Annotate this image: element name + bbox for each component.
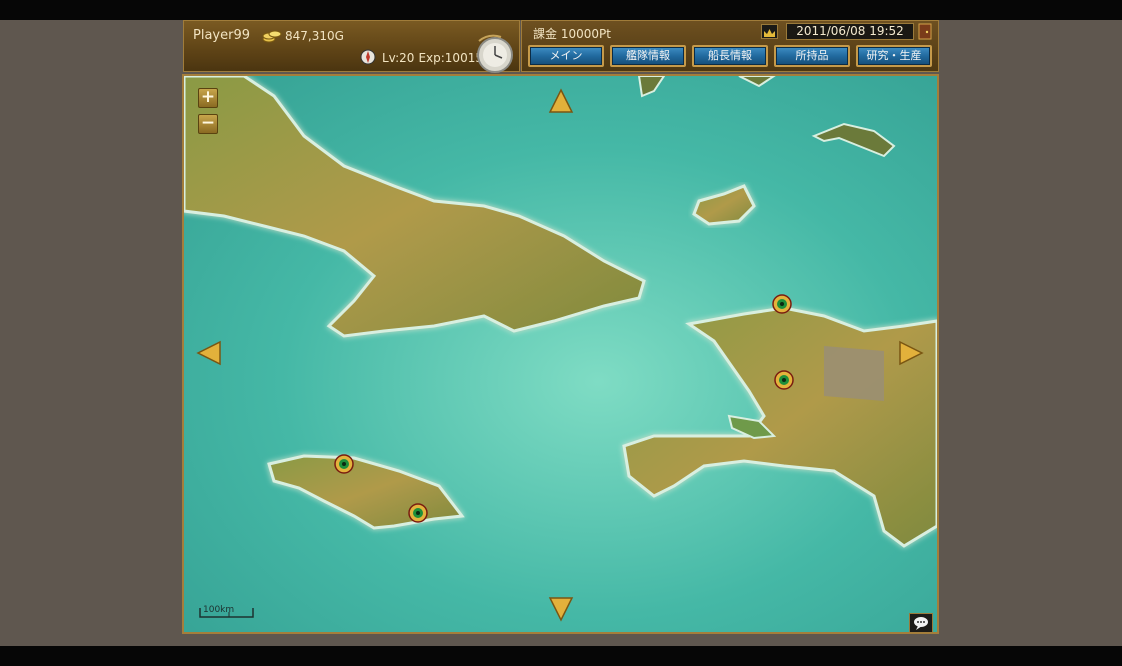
player-status-panel: Player99 847,310G Lv:20 Exp:10015 xyxy=(183,20,520,73)
arrow-up-icon[interactable] xyxy=(548,88,574,114)
menu-captain-button[interactable]: 船長情報 xyxy=(692,45,768,67)
compass-icon xyxy=(360,49,376,65)
zoom-out-button[interactable]: − xyxy=(198,114,218,134)
crown-button[interactable] xyxy=(761,24,778,39)
door-icon[interactable] xyxy=(918,23,932,40)
chat-icon xyxy=(914,617,928,630)
mountain-range xyxy=(824,346,884,401)
top-letterbox xyxy=(0,0,1122,20)
pocketwatch-icon xyxy=(477,34,513,73)
account-panel: 課金 10000Pt 2011/06/08 19:52 メイン 艦隊情報 船長情… xyxy=(521,20,939,72)
menu-fleet-button[interactable]: 艦隊情報 xyxy=(610,45,686,67)
port-icon[interactable] xyxy=(772,294,792,314)
port-icon[interactable] xyxy=(334,454,354,474)
menu-research-button[interactable]: 研究・生産 xyxy=(856,45,932,67)
zoom-in-button[interactable]: + xyxy=(198,88,218,108)
world-map[interactable]: + − 100km xyxy=(182,74,939,634)
crown-icon xyxy=(764,29,775,37)
premium-points: 課金 10000Pt xyxy=(533,27,611,41)
arrow-down-icon[interactable] xyxy=(548,596,574,622)
map-terrain xyxy=(184,76,937,632)
menu-main-button[interactable]: メイン xyxy=(528,45,604,67)
menu-items-button[interactable]: 所持品 xyxy=(774,45,850,67)
coin-icon xyxy=(262,30,282,43)
server-datetime: 2011/06/08 19:52 xyxy=(786,23,914,40)
port-icon[interactable] xyxy=(774,370,794,390)
gold-amount: 847,310G xyxy=(285,29,344,43)
bottom-letterbox xyxy=(0,646,1122,666)
level-text: Lv:20 xyxy=(382,51,415,65)
scale-label: 100km xyxy=(203,605,235,615)
arrow-right-icon[interactable] xyxy=(898,340,924,366)
arrow-left-icon[interactable] xyxy=(196,340,222,366)
player-name: Player99 xyxy=(193,28,250,43)
chat-button[interactable] xyxy=(909,613,933,632)
port-icon[interactable] xyxy=(408,503,428,523)
